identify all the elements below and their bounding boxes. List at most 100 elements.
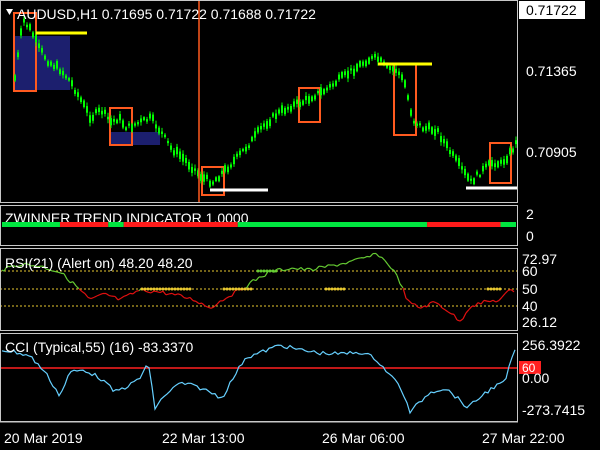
candle-body [128, 123, 130, 126]
candle-body [329, 84, 331, 88]
rsi-dot [256, 269, 260, 273]
candle-body [323, 88, 325, 95]
candle-body [218, 176, 220, 182]
rsi-segment [315, 265, 320, 270]
candle-body [503, 159, 505, 165]
rsi-segment [84, 293, 89, 298]
rsi-segment [126, 292, 131, 296]
rsi-segment [321, 265, 326, 269]
rsi-dot [271, 269, 275, 273]
candle-body [158, 127, 160, 134]
candle-body [317, 91, 319, 94]
rsi-level-label: 40 [522, 298, 538, 314]
candle-body [335, 80, 337, 86]
candle-body [107, 116, 109, 120]
time-axis-label: 26 Mar 06:00 [322, 430, 405, 446]
time-axis: 20 Mar 2019 22 Mar 13:00 26 Mar 06:00 27… [0, 421, 565, 446]
candle-body [125, 127, 127, 131]
trend-segment [108, 222, 124, 227]
price-panel[interactable]: AUDUSD,H1 0.71695 0.71722 0.71688 0.7172… [0, 0, 585, 203]
candle-body [206, 174, 208, 180]
trend-segment [2, 222, 60, 227]
rsi-dot [495, 287, 499, 291]
candle-body [377, 56, 379, 62]
candle-body [20, 28, 22, 36]
rsi-segment [309, 268, 314, 272]
rsi-segment [192, 300, 197, 302]
rsi-segment [255, 276, 260, 281]
candle-body [188, 161, 190, 170]
rsi-segment [207, 306, 212, 309]
candle-body [212, 181, 214, 185]
candle-body [287, 106, 289, 110]
candle-body [263, 123, 265, 127]
rsi-segment [228, 295, 233, 298]
candle-body [467, 173, 469, 181]
rsi-panel[interactable]: RSI(21) (Alert on) 48.20 48.20 72.97 60 … [0, 251, 557, 330]
rsi-segment [93, 295, 98, 298]
rsi-segment [186, 296, 191, 300]
candle-body [80, 97, 82, 103]
rsi-dot [240, 287, 244, 291]
rsi-segment [159, 290, 164, 294]
candle-body [311, 96, 313, 102]
rsi-segment [399, 283, 404, 289]
candle-body [71, 80, 73, 87]
candle-body [350, 68, 352, 71]
rsi-dot [324, 287, 328, 291]
candle-body [74, 89, 76, 94]
candle-body [395, 68, 397, 73]
rsi-segment [288, 267, 293, 270]
signal-zone [110, 132, 160, 145]
candle-body [299, 101, 301, 108]
candle-body [53, 64, 55, 70]
candle-body [482, 165, 484, 172]
candle-body [242, 148, 244, 152]
rsi-segment [279, 268, 284, 272]
rsi-segment [510, 289, 515, 293]
candle-body [410, 109, 412, 116]
rsi-title: RSI(21) (Alert on) 48.20 48.20 [5, 255, 193, 271]
cci-panel[interactable]: CCI (Typical,55) (16) -83.3370 256.3922 … [0, 337, 585, 418]
rsi-segment [348, 260, 353, 263]
rsi-dot [327, 287, 331, 291]
rsi-dot [188, 287, 192, 291]
zwinner-panel[interactable]: ZWINNER TREND INDICATOR 1.0000 2 0 [2, 206, 534, 244]
candle-body [422, 127, 424, 132]
rsi-segment [153, 290, 158, 293]
candle-body [194, 168, 196, 171]
candle-body [143, 117, 145, 121]
candle-body [47, 61, 49, 66]
rsi-segment [396, 275, 401, 285]
candle-body [179, 151, 181, 159]
rsi-segment [387, 264, 392, 269]
rsi-dot [249, 287, 253, 291]
candle-body [362, 61, 364, 66]
candle-body [431, 127, 433, 134]
candle-body [296, 99, 298, 104]
trading-chart[interactable]: AUDUSD,H1 0.71695 0.71722 0.71688 0.7172… [0, 0, 600, 450]
candle-body [167, 140, 169, 144]
candle-body [38, 43, 40, 49]
price-tick-label: 0.70905 [526, 144, 577, 160]
rsi-dot [246, 287, 250, 291]
candle-body [281, 105, 283, 113]
rsi-segment [429, 300, 434, 304]
rsi-segment [261, 275, 266, 278]
rsi-segment [108, 294, 113, 297]
candle-body [131, 124, 133, 132]
candle-body [443, 139, 445, 144]
rsi-segment [231, 290, 236, 297]
candle-body [254, 131, 256, 138]
cci-zero-label: 0.00 [522, 370, 549, 386]
rsi-segment [201, 302, 206, 307]
rsi-dot [486, 287, 490, 291]
rsi-dot [161, 287, 165, 291]
rsi-segment [390, 267, 395, 271]
rsi-segment [453, 314, 458, 321]
rsi-segment [492, 299, 497, 303]
rsi-segment [180, 294, 185, 299]
candle-body [488, 160, 490, 166]
rsi-segment [489, 299, 494, 303]
candle-body [380, 57, 382, 62]
